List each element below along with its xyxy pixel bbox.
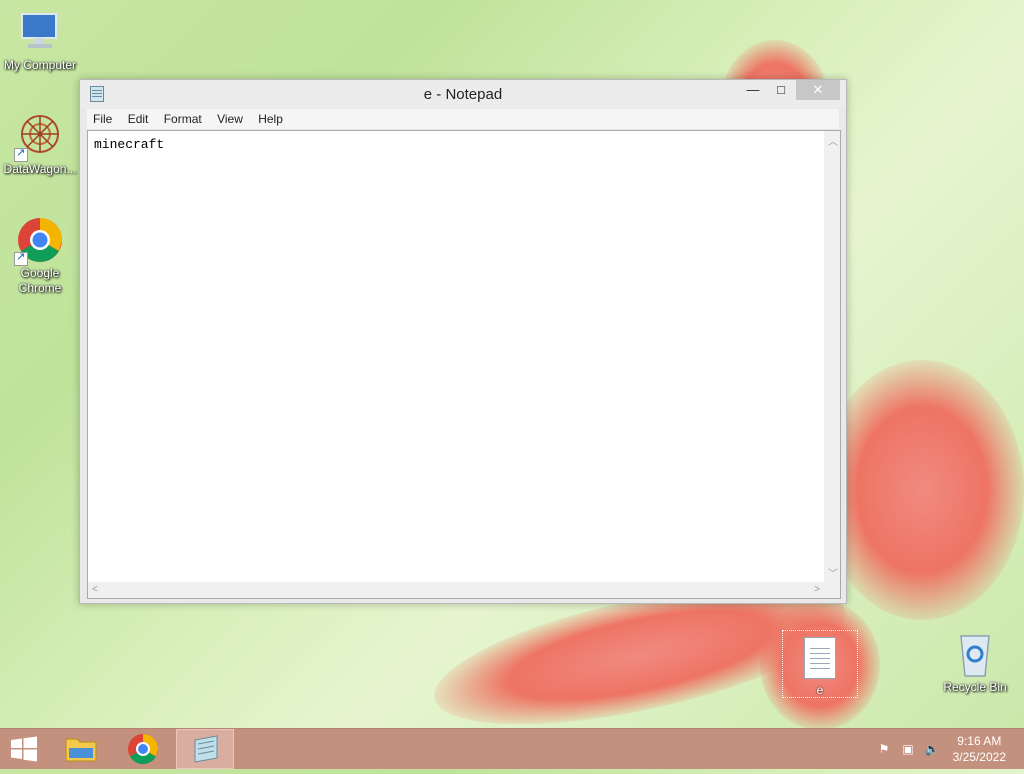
horizontal-scrollbar[interactable]: < > xyxy=(88,582,824,598)
datawagon-icon xyxy=(14,112,64,162)
desktop-icon-google-chrome[interactable]: Google Chrome xyxy=(0,216,80,296)
volume-muted-icon[interactable]: 🔈 xyxy=(924,741,940,757)
title-bar[interactable]: e - Notepad — □ ✕ xyxy=(80,80,846,108)
scroll-down-icon[interactable]: ﹀ xyxy=(828,565,838,580)
windows-logo-icon xyxy=(11,736,37,762)
taskbar-file-explorer[interactable] xyxy=(56,729,106,769)
desktop-icon-label: Google Chrome xyxy=(18,266,62,295)
minimize-button[interactable]: — xyxy=(740,80,766,100)
menu-bar: File Edit Format View Help xyxy=(87,109,839,129)
taskbar-notepad[interactable] xyxy=(176,729,234,769)
scroll-right-icon[interactable]: > xyxy=(814,584,820,595)
text-editor-area[interactable]: minecraft ︿ ﹀ < > xyxy=(87,130,841,599)
recycle-bin-icon xyxy=(951,630,999,678)
menu-format[interactable]: Format xyxy=(158,109,208,129)
desktop-icon-my-computer[interactable]: My Computer xyxy=(0,8,80,73)
maximize-button[interactable]: □ xyxy=(768,80,794,100)
desktop-icon-label: e xyxy=(816,683,824,697)
menu-edit[interactable]: Edit xyxy=(122,109,155,129)
window-title: e - Notepad xyxy=(423,86,503,103)
shortcut-arrow-icon xyxy=(14,250,28,266)
computer-icon xyxy=(16,8,64,56)
taskbar: ⚑ ▣ 🔈 9:16 AM 3/25/2022 xyxy=(0,728,1024,769)
resize-grip-icon[interactable] xyxy=(824,582,840,598)
network-icon[interactable]: ▣ xyxy=(900,741,916,757)
wallpaper-petal xyxy=(820,360,1024,620)
taskbar-chrome[interactable] xyxy=(118,729,168,769)
start-button[interactable] xyxy=(0,729,48,769)
menu-help[interactable]: Help xyxy=(252,109,289,129)
notepad-icon xyxy=(194,735,218,763)
shortcut-arrow-icon xyxy=(14,146,28,162)
chrome-icon xyxy=(14,216,64,266)
clock-time: 9:16 AM xyxy=(957,734,1002,748)
clock-date: 3/25/2022 xyxy=(952,750,1006,764)
editor-content[interactable]: minecraft xyxy=(94,137,164,152)
close-button[interactable]: ✕ xyxy=(796,80,840,100)
desktop-icon-recycle-bin[interactable]: Recycle Bin xyxy=(935,630,1015,695)
vertical-scrollbar[interactable]: ︿ ﹀ xyxy=(824,131,840,582)
chrome-icon xyxy=(128,734,158,765)
desktop-icon-label: My Computer xyxy=(3,58,77,72)
clock[interactable]: 9:16 AM 3/25/2022 xyxy=(953,733,1006,765)
scroll-up-icon[interactable]: ︿ xyxy=(828,133,838,148)
notepad-window[interactable]: e - Notepad — □ ✕ File Edit Format View … xyxy=(79,79,847,604)
folder-icon xyxy=(65,738,97,762)
desktop-icon-datawagon[interactable]: DataWagon... xyxy=(0,112,80,177)
action-center-flag-icon[interactable]: ⚑ xyxy=(876,741,892,757)
menu-file[interactable]: File xyxy=(87,109,118,129)
menu-view[interactable]: View xyxy=(211,109,249,129)
desktop-icon-label: Recycle Bin xyxy=(943,680,1007,694)
desktop-icon-e-file[interactable]: e xyxy=(782,630,858,698)
text-file-icon xyxy=(804,637,836,679)
system-tray: ⚑ ▣ 🔈 9:16 AM 3/25/2022 xyxy=(864,729,1024,769)
scroll-left-icon[interactable]: < xyxy=(92,584,98,595)
desktop-icon-label: DataWagon... xyxy=(3,162,77,176)
